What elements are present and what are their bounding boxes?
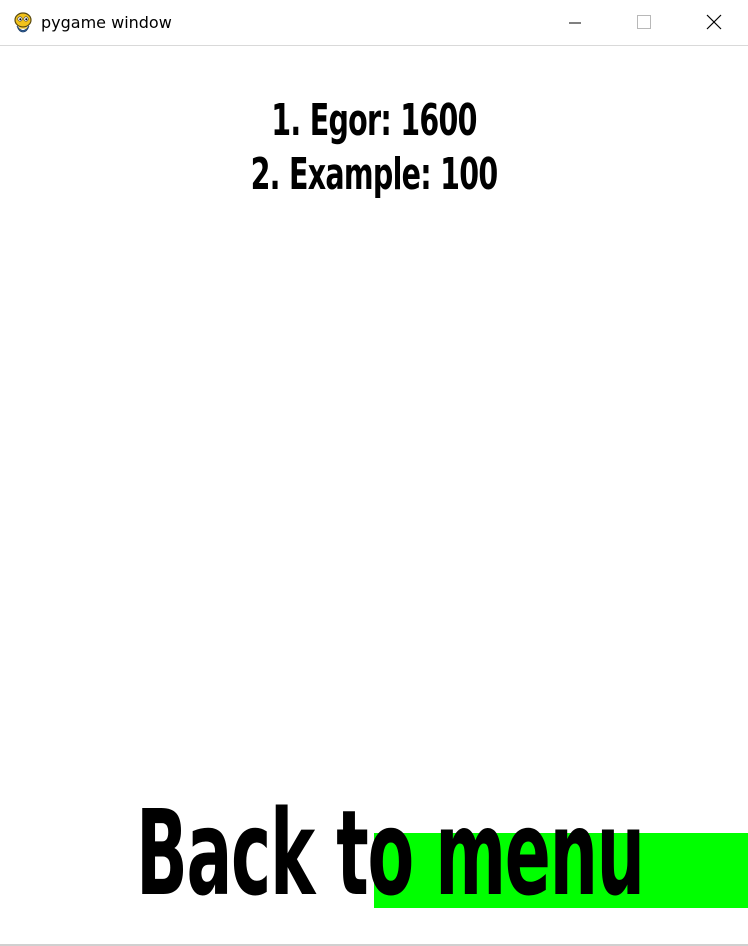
- close-button[interactable]: [690, 0, 736, 46]
- back-to-menu-label: Back to menu: [136, 784, 645, 922]
- title-bar[interactable]: pygame window: [0, 0, 748, 46]
- leaderboard-entry: 2. Example: 100: [250, 149, 499, 200]
- leaderboard-entry: 1. Egor: 1600: [271, 95, 477, 146]
- maximize-button[interactable]: [620, 0, 666, 46]
- game-canvas: 1. Egor: 1600 2. Example: 100 Back to me…: [0, 46, 748, 944]
- pygame-snake-icon: [12, 11, 34, 35]
- minimize-button[interactable]: [552, 0, 598, 46]
- window-title: pygame window: [41, 13, 172, 32]
- leaderboard: 1. Egor: 1600 2. Example: 100: [0, 94, 748, 202]
- back-to-menu-button[interactable]: Back to menu: [136, 788, 748, 918]
- pygame-window: pygame window 1. Egor: 1600 2. Example: …: [0, 0, 748, 946]
